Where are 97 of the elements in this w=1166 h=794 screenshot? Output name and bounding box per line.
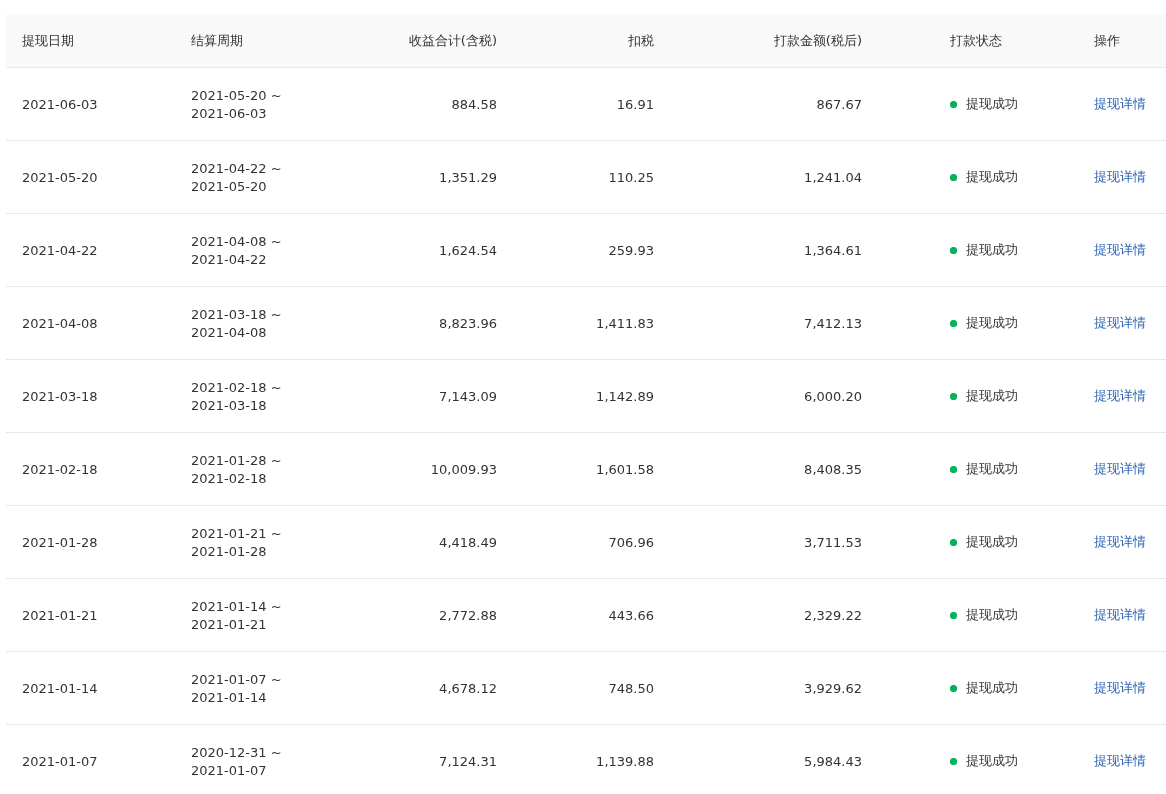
table-cell: 867.67 (816, 96, 862, 112)
column-header: 收益合计(含税) (408, 31, 497, 50)
table-cell: 2021-01-21 (22, 607, 98, 623)
table-cell: 2021-01-21 ~ (191, 525, 282, 541)
status-dot-icon (950, 100, 957, 108)
table-cell: 1,411.83 (596, 315, 654, 331)
details-link[interactable]: 提现详情 (1094, 606, 1146, 624)
table-cell-text: 2021-03-18 (191, 397, 268, 413)
table-cell: 1,139.88 (596, 753, 654, 769)
table-cell: 110.25 (608, 169, 654, 185)
table-cell: 2021-06-03 (22, 96, 98, 112)
status-text: 提现成功 (966, 168, 1018, 186)
table-cell: 5,984.43 (804, 753, 862, 769)
table-cell-text: 2021-01-21 (191, 616, 268, 632)
table-cell: 2,772.88 (439, 607, 497, 623)
status-text: 提现成功 (966, 460, 1018, 478)
table-cell: 2021-01-14 (22, 680, 98, 696)
table-cell: 2021-01-07 ~ (191, 671, 282, 687)
status-text: 提现成功 (966, 533, 1018, 551)
status-dot-icon (950, 319, 957, 327)
status-text: 提现成功 (966, 679, 1018, 697)
table-cell: 3,929.62 (804, 680, 862, 696)
column-header: 提现日期 (22, 31, 74, 50)
details-link[interactable]: 提现详情 (1094, 387, 1146, 405)
table-cell: 884.58 (451, 96, 497, 112)
table-cell: 2021-05-20 (22, 169, 98, 185)
table-cell: 8,408.35 (804, 461, 862, 477)
table-cell: 2021-02-18 ~ (191, 379, 282, 395)
status-dot-icon (950, 611, 957, 619)
table-cell: 7,143.09 (439, 388, 497, 404)
table-cell: 443.66 (608, 607, 654, 623)
table-cell: 7,124.31 (439, 753, 497, 769)
table-cell-text: 2021-01-14 (191, 689, 268, 705)
details-link[interactable]: 提现详情 (1094, 314, 1146, 332)
table-cell: 2,329.22 (804, 607, 862, 623)
table-cell: 2020-12-31 ~ (191, 744, 282, 760)
table-cell: 2021-01-28 (22, 534, 98, 550)
details-link[interactable]: 提现详情 (1094, 752, 1146, 770)
details-link[interactable]: 提现详情 (1094, 679, 1146, 697)
status-dot-icon (950, 465, 957, 473)
table-cell: 2021-03-18 ~ (191, 306, 282, 322)
details-link[interactable]: 提现详情 (1094, 95, 1146, 113)
table-cell: 2021-02-18 (22, 461, 98, 477)
table-cell-text: 2021-02-18 (191, 470, 268, 486)
table-cell: 2021-01-07 (22, 753, 98, 769)
table-cell: 2021-03-18 (22, 388, 98, 404)
table-cell: 2021-04-22 (22, 242, 98, 258)
table-cell: 2021-01-28 ~ (191, 452, 282, 468)
table-cell: 3,711.53 (804, 534, 862, 550)
table-cell-text: 2021-05-20 (191, 178, 268, 194)
table-cell: 2021-01-14 ~ (191, 598, 282, 614)
table-cell: 1,241.04 (804, 169, 862, 185)
column-header: 打款金额(税后) (773, 31, 862, 50)
status-text: 提现成功 (966, 387, 1018, 405)
details-link[interactable]: 提现详情 (1094, 168, 1146, 186)
column-header: 结算周期 (191, 31, 243, 50)
column-header: 操作 (1094, 31, 1120, 50)
table-cell: 2021-04-22 ~ (191, 160, 282, 176)
table-cell-text: 2021-01-07 (191, 762, 268, 778)
table-cell: 16.91 (616, 96, 654, 112)
status-text: 提现成功 (966, 241, 1018, 259)
status-text: 提现成功 (966, 752, 1018, 770)
status-dot-icon (950, 538, 957, 546)
table-cell: 10,009.93 (430, 461, 497, 477)
table-cell: 7,412.13 (804, 315, 862, 331)
table-cell: 1,142.89 (596, 388, 654, 404)
table-cell: 4,418.49 (439, 534, 497, 550)
table-cell: 8,823.96 (439, 315, 497, 331)
table-cell: 1,624.54 (439, 242, 497, 258)
column-header: 扣税 (628, 31, 654, 50)
table-cell: 6,000.20 (804, 388, 862, 404)
column-header: 打款状态 (950, 31, 1002, 50)
status-text: 提现成功 (966, 314, 1018, 332)
table-cell: 4,678.12 (439, 680, 497, 696)
table-cell: 748.50 (608, 680, 654, 696)
table-cell: 706.96 (608, 534, 654, 550)
status-dot-icon (950, 246, 957, 254)
table-cell-text: 2021-06-03 (191, 105, 268, 121)
table-cell-text: 2021-01-28 (191, 543, 268, 559)
status-dot-icon (950, 392, 957, 400)
table-cell: 2021-04-08 (22, 315, 98, 331)
table-cell: 1,351.29 (439, 169, 497, 185)
table-cell: 2021-04-08 ~ (191, 233, 282, 249)
details-link[interactable]: 提现详情 (1094, 533, 1146, 551)
status-dot-icon (950, 684, 957, 692)
details-link[interactable]: 提现详情 (1094, 241, 1146, 259)
table-cell-text: 2021-04-22 (191, 251, 268, 267)
table-cell: 1,601.58 (596, 461, 654, 477)
table-cell: 259.93 (608, 242, 654, 258)
details-link[interactable]: 提现详情 (1094, 460, 1146, 478)
table-cell: 2021-05-20 ~ (191, 87, 282, 103)
status-dot-icon (950, 173, 957, 181)
status-text: 提现成功 (966, 95, 1018, 113)
status-text: 提现成功 (966, 606, 1018, 624)
table-cell-text: 2021-04-08 (191, 324, 268, 340)
table-cell: 1,364.61 (804, 242, 862, 258)
status-dot-icon (950, 757, 957, 765)
